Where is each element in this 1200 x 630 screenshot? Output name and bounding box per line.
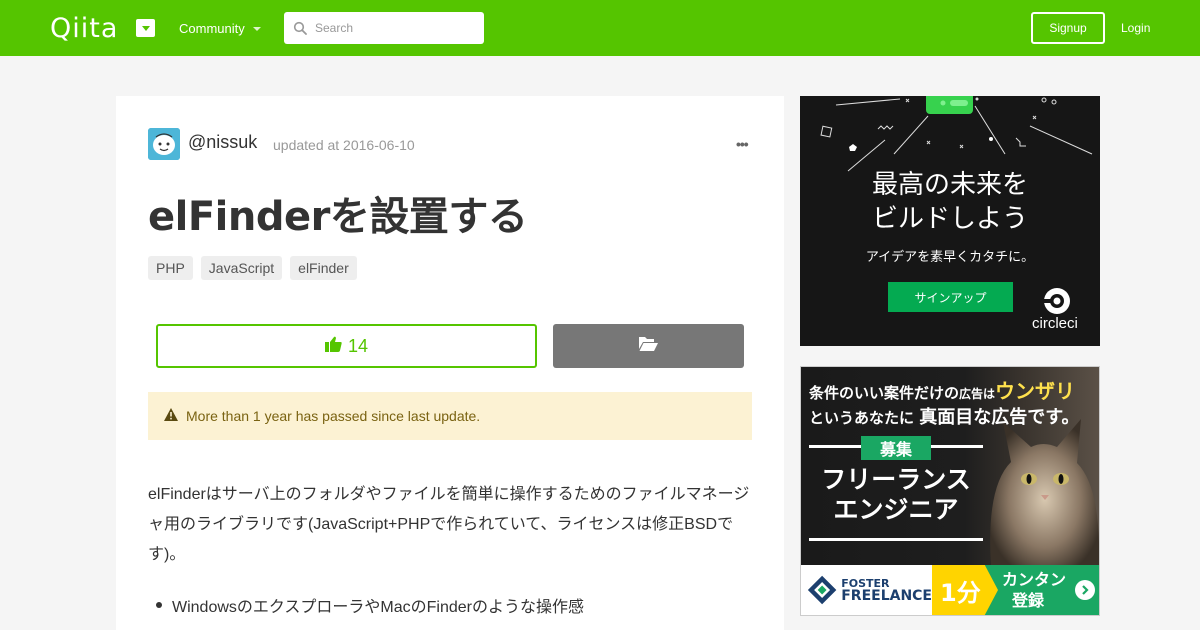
like-button[interactable]: 14 <box>156 324 537 368</box>
cta-badge: 1分 <box>932 565 998 615</box>
avatar[interactable] <box>148 128 180 160</box>
circleci-logo-icon <box>1042 288 1070 314</box>
ad-register-button[interactable]: 1分 カンタン 登録 <box>932 565 1099 615</box>
chevron-right-icon <box>1075 580 1095 600</box>
circleci-ad[interactable]: 最高の未来を ビルドしよう アイデアを素早くカタチに。 サインアップ circl… <box>800 96 1100 346</box>
tag-javascript[interactable]: JavaScript <box>200 256 283 280</box>
ad-headline-line-2: ビルドしよう <box>871 204 1028 234</box>
search-icon <box>293 21 307 35</box>
login-link[interactable]: Login <box>1121 21 1150 35</box>
foster-logo-icon <box>807 575 837 605</box>
ad-badge: 募集 <box>861 436 931 460</box>
cta-text-line-1: カンタン <box>1002 570 1067 589</box>
tag-list: PHP JavaScript elFinder <box>148 256 357 280</box>
logo-dropdown-button[interactable] <box>136 19 155 37</box>
ad-line-2: というあなたに 真面目な広告です。 <box>809 403 1079 429</box>
ad-line-2-a: というあなたに <box>809 409 915 427</box>
outdated-alert: More than 1 year has passed since last u… <box>148 392 752 440</box>
ad-footer: FOSTER FREELANCE 1分 カンタン 登録 <box>801 565 1099 615</box>
foster-freelance-ad[interactable]: 条件のいい案件だけの広告はウンザリ というあなたに 真面目な広告です。 募集 フ… <box>800 366 1100 616</box>
foster-freelance-logo: FOSTER FREELANCE <box>801 565 932 615</box>
logo-text: Qiita <box>50 12 119 44</box>
alert-text: More than 1 year has passed since last u… <box>186 408 481 424</box>
ad-title-line-1: フリーランス <box>821 465 971 494</box>
author-link[interactable]: @nissuk <box>188 132 257 153</box>
cta-text: カンタン 登録 <box>1002 569 1066 611</box>
chevron-down-icon <box>252 26 261 31</box>
qiita-logo[interactable]: Qiita <box>50 12 118 44</box>
stock-button[interactable] <box>553 324 744 368</box>
article-card: @nissuk updated at 2016-06-10 ••• elFind… <box>116 96 784 630</box>
tag-elfinder[interactable]: elFinder <box>290 256 357 280</box>
ad-line-1: 条件のいい案件だけの広告はウンザリ <box>809 375 1075 404</box>
ad-subtext: アイデアを素早くカタチに。 <box>865 249 1035 264</box>
ad-line-1-highlight: ウンザリ <box>995 379 1076 403</box>
article-body-paragraph: elFinderはサーバ上のフォルダやファイルを簡単に操作するためのファイルマネ… <box>148 486 750 563</box>
ad-title-line-2: エンジニア <box>833 495 959 524</box>
like-count: 14 <box>347 335 369 356</box>
search-box[interactable] <box>284 12 484 44</box>
ad-headline: 最高の未来を ビルドしよう <box>800 168 1100 236</box>
community-label: Community <box>179 21 245 36</box>
community-menu[interactable]: Community <box>179 21 261 36</box>
article-title: elFinderを設置する <box>148 194 528 240</box>
thumbs-up-icon <box>324 336 342 357</box>
foster-brand-text: FOSTER FREELANCE <box>841 577 932 603</box>
bullet-icon <box>156 602 162 608</box>
global-header: Qiita Community Signup Login <box>0 0 1200 56</box>
ad-banner-image: 条件のいい案件だけの広告はウンザリ というあなたに 真面目な広告です。 募集 フ… <box>801 367 1099 565</box>
divider <box>809 538 983 541</box>
cta-text-line-2: 登録 <box>1012 591 1045 610</box>
ad-line-1-b: 広告は <box>959 387 996 401</box>
ad-brand-name: circleci <box>1032 315 1078 332</box>
ad-line-2-b: 真面目な広告です。 <box>919 407 1080 428</box>
more-menu-icon[interactable]: ••• <box>736 136 749 152</box>
ad-line-1-a: 条件のいい案件だけの <box>809 384 960 402</box>
ad-headline-line-1: 最高の未来を <box>871 170 1028 200</box>
list-item: WindowsのエクスプローラやMacのFinderのような操作感 <box>156 593 584 617</box>
signup-button[interactable]: Signup <box>1031 12 1105 44</box>
caret-down-icon <box>141 25 150 31</box>
tag-php[interactable]: PHP <box>148 256 193 280</box>
ad-signup-button[interactable]: サインアップ <box>888 282 1013 312</box>
updated-date: updated at 2016-06-10 <box>273 137 415 153</box>
ad-title: フリーランス エンジニア <box>801 465 991 525</box>
warning-icon <box>164 408 178 424</box>
foster-brand-line-2: FREELANCE <box>841 588 932 604</box>
list-item-text: WindowsのエクスプローラやMacのFinderのような操作感 <box>172 599 585 616</box>
search-input[interactable] <box>315 21 475 35</box>
folder-open-icon <box>639 336 658 356</box>
